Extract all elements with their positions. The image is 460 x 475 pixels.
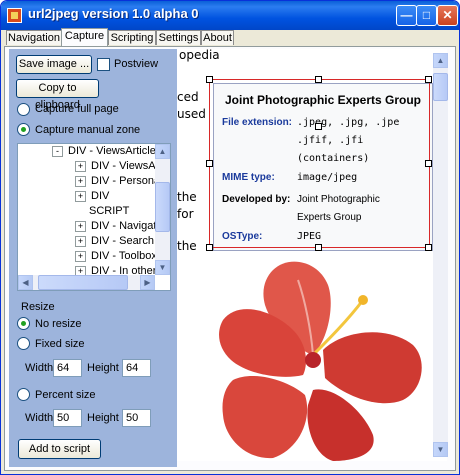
add-to-script-button[interactable]: Add to script xyxy=(18,439,101,459)
percent-size-radio[interactable] xyxy=(17,388,30,401)
hibiscus-flower-icon xyxy=(219,261,422,461)
page-text-fragment: used xyxy=(177,107,206,121)
tree-scroll-thumb[interactable] xyxy=(155,182,170,232)
collapse-icon[interactable]: - xyxy=(52,145,63,157)
percent-height-label: Height xyxy=(87,412,119,424)
close-icon: ✕ xyxy=(442,8,453,22)
tab-settings[interactable]: Settings xyxy=(156,30,201,45)
no-resize-radio[interactable] xyxy=(17,317,30,330)
expand-icon[interactable]: + xyxy=(75,235,86,247)
maximize-icon: □ xyxy=(422,8,431,22)
percent-size-label: Percent size xyxy=(35,389,96,401)
fixed-width-input[interactable]: 64 xyxy=(53,359,82,377)
resize-handle[interactable] xyxy=(315,76,322,83)
resize-handle[interactable] xyxy=(425,244,432,251)
fixed-size-radio[interactable] xyxy=(17,337,30,350)
expand-icon[interactable]: + xyxy=(75,220,86,232)
title-bar[interactable]: url2jpeg version 1.0 alpha 0 — □ ✕ xyxy=(1,1,459,30)
save-image-button[interactable]: Save image ... xyxy=(16,55,92,74)
resize-heading: Resize xyxy=(21,301,55,313)
preview-vertical-scrollbar[interactable]: ▲ ▼ xyxy=(433,53,448,457)
capture-selection-rectangle[interactable] xyxy=(209,79,430,248)
no-resize-label: No resize xyxy=(35,318,82,330)
fixed-width-label: Width xyxy=(25,362,54,374)
resize-handle[interactable] xyxy=(315,244,322,251)
percent-height-input[interactable]: 50 xyxy=(122,409,151,427)
fixed-height-label: Height xyxy=(87,362,119,374)
page-preview[interactable]: opedia ced used the for the Joint Photog… xyxy=(177,49,447,461)
tree-hscroll-thumb[interactable] xyxy=(38,275,128,290)
percent-width-input[interactable]: 50 xyxy=(53,409,82,427)
hibiscus-image xyxy=(213,260,431,461)
scroll-down-icon[interactable]: ▼ xyxy=(433,442,448,457)
scroll-up-icon[interactable]: ▲ xyxy=(433,53,448,68)
page-text-fragment: for xyxy=(177,207,194,221)
maximize-button[interactable]: □ xyxy=(416,5,437,26)
scroll-left-icon[interactable]: ◀ xyxy=(18,275,33,290)
resize-handle[interactable] xyxy=(206,160,213,167)
page-text-fragment: the xyxy=(177,239,197,253)
scroll-right-icon[interactable]: ▶ xyxy=(140,275,155,290)
app-icon xyxy=(7,8,22,23)
minimize-icon: — xyxy=(400,8,413,22)
tree-item[interactable]: SCRIPT xyxy=(89,205,129,219)
tree-item[interactable]: + DIV xyxy=(75,190,109,204)
preview-scroll-thumb[interactable] xyxy=(433,73,448,101)
copy-to-clipboard-button[interactable]: Copy to clipboard xyxy=(16,79,99,111)
close-button[interactable]: ✕ xyxy=(437,5,458,26)
tab-about[interactable]: About xyxy=(201,30,234,45)
capture-manual-zone-label: Capture manual zone xyxy=(35,124,141,136)
scroll-down-icon[interactable]: ▼ xyxy=(155,260,170,275)
window-title: url2jpeg version 1.0 alpha 0 xyxy=(28,6,199,21)
tree-item[interactable]: + DIV - SearchⅡ xyxy=(75,235,159,249)
scroll-up-icon[interactable]: ▲ xyxy=(155,144,170,159)
resize-handle[interactable] xyxy=(206,244,213,251)
page-text-fragment: opedia xyxy=(179,49,220,62)
resize-handle[interactable] xyxy=(425,76,432,83)
app-window: url2jpeg version 1.0 alpha 0 — □ ✕ Navig… xyxy=(0,0,460,475)
move-handle[interactable] xyxy=(315,123,322,130)
resize-handle[interactable] xyxy=(425,160,432,167)
fixed-size-label: Fixed size xyxy=(35,338,85,350)
expand-icon[interactable]: + xyxy=(75,160,86,172)
expand-icon[interactable]: + xyxy=(75,250,86,262)
page-text-fragment: the xyxy=(177,190,197,204)
capture-manual-zone-radio[interactable] xyxy=(17,123,30,136)
tree-horizontal-scrollbar[interactable]: ◀ ▶ xyxy=(18,275,155,290)
expand-icon[interactable]: + xyxy=(75,190,86,202)
postview-checkbox[interactable] xyxy=(97,58,110,71)
expand-icon[interactable]: + xyxy=(75,175,86,187)
minimize-button[interactable]: — xyxy=(396,5,417,26)
dom-tree-view[interactable]: - DIV - ViewsArticle D + DIV - ViewsArtic … xyxy=(17,143,171,291)
tree-vertical-scrollbar[interactable]: ▲ ▼ xyxy=(155,144,170,275)
tab-capture[interactable]: Capture xyxy=(61,28,108,46)
fixed-height-input[interactable]: 64 xyxy=(122,359,151,377)
resize-handle[interactable] xyxy=(206,76,213,83)
capture-full-page-label: Capture full page xyxy=(35,103,119,115)
capture-full-page-radio[interactable] xyxy=(17,103,30,116)
postview-label: Postview xyxy=(114,58,159,70)
percent-width-label: Width xyxy=(25,412,54,424)
tab-scripting[interactable]: Scripting xyxy=(108,30,156,45)
page-text-fragment: ced xyxy=(177,90,199,104)
tree-item[interactable]: - DIV - ViewsArticle D xyxy=(52,145,167,159)
tab-navigation[interactable]: Navigation xyxy=(6,30,62,45)
